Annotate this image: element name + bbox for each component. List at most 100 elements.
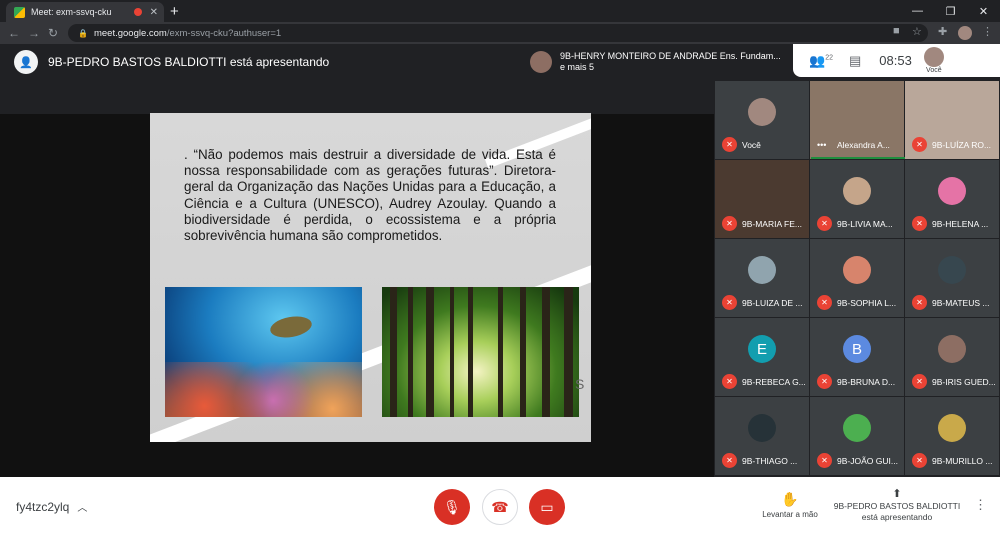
forest-image bbox=[382, 287, 579, 417]
window-controls: — ❐ ✕ bbox=[901, 0, 1000, 22]
muted-mic-icon: ✕ bbox=[817, 295, 832, 310]
participant-tile[interactable]: ✕ 9B-THIAGO ... bbox=[715, 397, 809, 475]
participant-initial-avatar: B bbox=[843, 335, 871, 363]
coral bbox=[165, 362, 362, 417]
participant-name: 9B-MURILLO ... bbox=[932, 456, 993, 466]
participant-tile[interactable]: ✕ 9B-MATEUS ... bbox=[905, 239, 999, 317]
speaker-avatar bbox=[530, 51, 552, 73]
tree-trunk bbox=[426, 287, 434, 417]
participant-tile[interactable]: E ✕ 9B-REBECA G... bbox=[715, 318, 809, 396]
address-bar-row: ← → ↻ 🔒 meet.google.com/exm-ssvq-cku?aut… bbox=[0, 22, 1000, 44]
participant-grid: ✕ Você ••• Alexandra A... ✕ 9B-LUÍZA RO... ✕ 9B… bbox=[715, 81, 1000, 477]
muted-mic-icon: ✕ bbox=[722, 137, 737, 152]
participant-tile[interactable]: ✕ 9B-MURILLO ... bbox=[905, 397, 999, 475]
url-path: /exm-ssvq-cku?authuser=1 bbox=[166, 27, 282, 39]
tree-trunk bbox=[564, 287, 573, 417]
participant-avatar bbox=[938, 335, 966, 363]
raise-hand-button[interactable]: ✋ Levantar a mão bbox=[756, 491, 824, 519]
participant-tile[interactable]: ✕ 9B-LUIZA DE ... bbox=[715, 239, 809, 317]
chat-button[interactable]: ▤ bbox=[849, 53, 861, 69]
meeting-details-button[interactable]: fy4tzc2ylq ︿ bbox=[16, 499, 87, 514]
participant-name: Você bbox=[742, 140, 761, 150]
browser-menu-icon[interactable]: ⋮ bbox=[982, 25, 993, 38]
bookmark-star-icon[interactable]: ☆ bbox=[912, 25, 922, 38]
present-screen-icon: ⬆ bbox=[892, 488, 902, 500]
reload-icon[interactable]: ↻ bbox=[48, 26, 58, 40]
participant-name: 9B-REBECA G... bbox=[742, 377, 806, 387]
more-options-icon[interactable]: ⋮ bbox=[974, 497, 987, 513]
muted-mic-icon: ✕ bbox=[912, 216, 927, 231]
new-tab-button[interactable]: + bbox=[170, 3, 179, 20]
participant-avatar bbox=[843, 256, 871, 284]
participant-avatar bbox=[938, 414, 966, 442]
participant-tile[interactable]: ••• Alexandra A... bbox=[810, 81, 904, 159]
extensions-icon[interactable]: ✚ bbox=[938, 25, 947, 38]
muted-mic-icon: ✕ bbox=[722, 374, 737, 389]
participant-tile[interactable]: ✕ 9B-IRIS GUED... bbox=[905, 318, 999, 396]
close-window-button[interactable]: ✕ bbox=[967, 0, 1000, 22]
presenting-button[interactable]: ⬆ 9B-PEDRO BASTOS BALDIOTTI está apresen… bbox=[833, 489, 961, 523]
meet-app: 👤 9B-PEDRO BASTOS BALDIOTTI está apresen… bbox=[0, 44, 1000, 533]
tree-trunk bbox=[390, 287, 397, 417]
participant-name: 9B-MATEUS ... bbox=[932, 298, 990, 308]
forward-icon[interactable]: → bbox=[28, 26, 40, 40]
coral-reef-image bbox=[165, 287, 362, 417]
participant-tile[interactable]: B ✕ 9B-BRUNA D... bbox=[810, 318, 904, 396]
meet-favicon-icon bbox=[14, 6, 25, 18]
muted-mic-icon: ✕ bbox=[817, 453, 832, 468]
tree-trunk bbox=[468, 287, 473, 417]
profile-avatar[interactable] bbox=[958, 26, 972, 40]
participants-button[interactable]: 👥22 bbox=[809, 53, 833, 69]
participant-tile[interactable]: ✕ 9B-MARIA FE... bbox=[715, 160, 809, 238]
leave-call-button[interactable]: ☎ bbox=[482, 489, 518, 525]
back-icon[interactable]: ← bbox=[8, 26, 20, 40]
mic-toggle-button[interactable]: 🎙 bbox=[434, 489, 470, 525]
top-right-panel: 👥22 ▤ 08:53 Você bbox=[793, 44, 1000, 77]
participant-avatar bbox=[748, 98, 776, 126]
tree-trunk bbox=[520, 287, 526, 417]
self-label: Você bbox=[926, 67, 942, 74]
camera-in-use-icon[interactable]: ■ bbox=[893, 25, 900, 37]
tree-trunk bbox=[542, 287, 550, 417]
slide-edge-mark: S bbox=[575, 376, 585, 392]
self-mini-preview[interactable]: Você bbox=[923, 47, 944, 74]
participant-tile[interactable]: ✕ 9B-LUÍZA RO... bbox=[905, 81, 999, 159]
tree-trunk bbox=[450, 287, 454, 417]
speaking-bar bbox=[811, 157, 905, 159]
participant-tile[interactable]: ✕ 9B-SOPHIA L... bbox=[810, 239, 904, 317]
self-avatar bbox=[923, 47, 944, 67]
participant-name: Alexandra A... bbox=[837, 140, 890, 150]
participant-name: 9B-LUIZA DE ... bbox=[742, 298, 803, 308]
participant-name: 9B-BRUNA D... bbox=[837, 377, 896, 387]
restore-button[interactable]: ❐ bbox=[934, 0, 967, 22]
participants-count: 22 bbox=[825, 54, 833, 62]
participant-tile[interactable]: ✕ 9B-JOÃO GUI... bbox=[810, 397, 904, 475]
sea-turtle bbox=[268, 313, 314, 341]
chevron-up-icon: ︿ bbox=[77, 503, 88, 514]
browser-tabbar: Meet: exm-ssvq-cku ✕ + — ❐ ✕ bbox=[0, 0, 1000, 22]
participant-avatar bbox=[843, 414, 871, 442]
muted-mic-icon: ✕ bbox=[722, 295, 737, 310]
presenter-banner-text: 9B-PEDRO BASTOS BALDIOTTI está apresenta… bbox=[48, 55, 330, 69]
browser-tab[interactable]: Meet: exm-ssvq-cku ✕ bbox=[6, 2, 164, 22]
url-host: meet.google.com bbox=[93, 27, 167, 39]
presentation-slide: . “Não podemos mais destruir a diversida… bbox=[150, 113, 591, 442]
camera-toggle-button[interactable]: ▭ bbox=[529, 489, 565, 525]
participant-name: 9B-MARIA FE... bbox=[742, 219, 802, 229]
camera-off-icon: ▭ bbox=[540, 498, 554, 515]
tab-title: Meet: exm-ssvq-cku bbox=[31, 7, 112, 17]
minimize-button[interactable]: — bbox=[901, 0, 934, 22]
participant-name: 9B-THIAGO ... bbox=[742, 456, 798, 466]
muted-mic-icon: ✕ bbox=[817, 374, 832, 389]
presenter-banner: 👤 9B-PEDRO BASTOS BALDIOTTI está apresen… bbox=[0, 44, 329, 80]
tab-close-button[interactable]: ✕ bbox=[150, 7, 158, 18]
participant-tile[interactable]: ✕ 9B-HELENA ... bbox=[905, 160, 999, 238]
meeting-code: fy4tzc2ylq bbox=[16, 500, 70, 514]
participant-tile[interactable]: ✕ Você bbox=[715, 81, 809, 159]
url-field[interactable]: 🔒 meet.google.com/exm-ssvq-cku?authuser=… bbox=[68, 24, 928, 42]
participant-tile[interactable]: ✕ 9B-LIVIA MA... bbox=[810, 160, 904, 238]
people-icon: 👥 bbox=[809, 52, 826, 68]
participant-avatar bbox=[843, 177, 871, 205]
muted-mic-icon: ✕ bbox=[912, 137, 927, 152]
participant-initial-avatar: E bbox=[748, 335, 776, 363]
